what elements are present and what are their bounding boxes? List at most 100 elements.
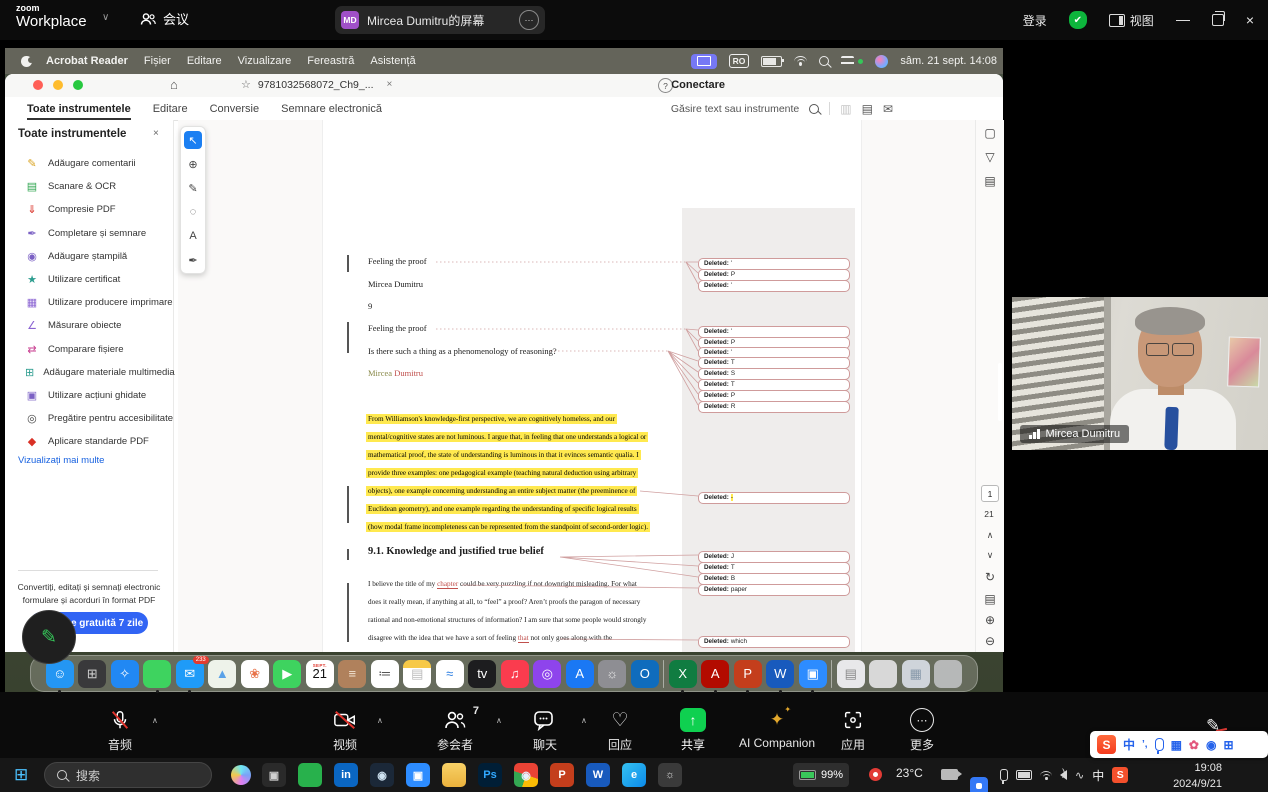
zoom-out-icon[interactable]: ⊖ xyxy=(982,634,998,648)
sidebar-tool-item[interactable]: ✎ Adăugare comentarii xyxy=(5,152,173,175)
apple-logo-icon[interactable] xyxy=(21,56,32,67)
fit-page-icon[interactable]: ▤ xyxy=(982,592,998,606)
page-number-input[interactable]: 1 xyxy=(981,485,999,502)
quick-tool-icon[interactable]: ⊕ xyxy=(184,155,202,173)
weather-temperature[interactable]: 23°C xyxy=(896,766,923,780)
ime-punctuation-toggle[interactable]: ’, xyxy=(1142,739,1148,750)
tray-chat-app-icon[interactable] xyxy=(970,777,988,792)
taskbar-app-icon[interactable]: in xyxy=(334,763,358,787)
mac-menu-item[interactable]: Fereastră xyxy=(307,55,354,67)
sidebar-tool-item[interactable]: ▤ Scanare & OCR xyxy=(5,175,173,198)
reactions-button[interactable]: ♡ 回应 xyxy=(588,708,652,753)
tab-close-icon[interactable]: × xyxy=(386,79,392,90)
save-icon[interactable]: ▥ xyxy=(840,102,851,116)
taskbar-app-icon[interactable]: ◉ xyxy=(514,763,538,787)
tray-ime-language[interactable]: 中 xyxy=(1092,767,1104,784)
quick-tool-icon[interactable]: ◌ xyxy=(184,203,202,221)
dock-icon[interactable]: ▲ xyxy=(208,660,236,688)
dock-icon[interactable] xyxy=(934,660,962,688)
mac-minimize-button[interactable] xyxy=(53,80,63,90)
sidebar-tool-item[interactable]: ∠ Măsurare obiecte xyxy=(5,314,173,337)
dock-icon[interactable]: ≈ xyxy=(436,660,464,688)
bookmarks-panel-icon[interactable]: ▽ xyxy=(982,150,998,164)
tab-all-tools[interactable]: Toate instrumentele xyxy=(27,97,131,120)
quick-tool-icon[interactable]: ✒ xyxy=(184,251,202,269)
page-down-icon[interactable]: ∨ xyxy=(982,550,998,561)
ime-chat-icon[interactable]: ◉ xyxy=(1206,738,1216,752)
quick-tool-icon[interactable]: A xyxy=(184,227,202,245)
mail-icon[interactable]: ✉ xyxy=(883,102,893,116)
dock-icon[interactable]: ▤ xyxy=(403,660,431,688)
control-center-icon[interactable] xyxy=(841,56,854,66)
webcam-video[interactable]: Mircea Dumitru xyxy=(1012,297,1268,450)
taskbar-app-icon[interactable]: ◉ xyxy=(370,763,394,787)
chat-options-chevron[interactable]: ∧ xyxy=(581,716,587,725)
sidebar-tool-item[interactable]: ▦ Utilizare producere imprimare xyxy=(5,291,173,314)
tray-speaker-icon[interactable] xyxy=(1060,770,1067,780)
taskbar-app-icon[interactable]: ☼ xyxy=(658,763,682,787)
mac-clock[interactable]: sâm. 21 sept. 14:08 xyxy=(900,55,997,67)
dock-icon[interactable]: ≔ xyxy=(371,660,399,688)
tray-battery-icon[interactable] xyxy=(1016,770,1032,780)
ime-voice-icon[interactable] xyxy=(1155,738,1164,751)
dock-icon[interactable]: X • xyxy=(669,660,697,688)
sidebar-tool-item[interactable]: ⊞ Adăugare materiale multimedia xyxy=(5,361,173,384)
dock-icon[interactable]: ▦ xyxy=(902,660,930,688)
dock-icon[interactable] xyxy=(663,660,664,688)
ime-skin-icon[interactable]: ✿ xyxy=(1189,738,1199,752)
mac-menu-item[interactable]: Vizualizare xyxy=(238,55,292,67)
zoom-annotate-button[interactable]: ✎ xyxy=(22,610,76,664)
screen-sharing-indicator-icon[interactable] xyxy=(691,54,717,69)
sidebar-tool-item[interactable]: ◎ Pregătire pentru accesibilitate xyxy=(5,407,173,430)
dock-icon[interactable]: ▣ • xyxy=(799,660,827,688)
tray-link-icon[interactable]: ∿ xyxy=(1075,769,1084,782)
participants-options-chevron[interactable]: ∧ xyxy=(496,716,502,725)
dock-icon[interactable]: tv xyxy=(468,660,496,688)
share-screen-button[interactable]: ↑ 共享 xyxy=(661,708,725,753)
dock-icon[interactable]: ❀ xyxy=(241,660,269,688)
rotate-icon[interactable]: ↻ xyxy=(982,570,998,584)
sidebar-tool-item[interactable]: ◉ Adăugare ștampilă xyxy=(5,245,173,268)
taskbar-app-icon[interactable] xyxy=(442,763,466,787)
dock-icon[interactable]: P • xyxy=(734,660,762,688)
star-icon[interactable]: ☆ xyxy=(241,78,251,91)
dock-icon[interactable]: ♫ xyxy=(501,660,529,688)
quick-tool-icon[interactable]: ↖ xyxy=(184,131,202,149)
dock-icon[interactable] xyxy=(869,660,897,688)
shared-screen-pill[interactable]: MD Mircea Dumitru的屏幕 ⋯ xyxy=(335,6,545,34)
view-more-link[interactable]: Vizualizați mai multe xyxy=(18,455,104,466)
wifi-icon[interactable] xyxy=(794,56,807,66)
pages-panel-icon[interactable]: ▤ xyxy=(982,174,998,188)
dock-icon[interactable]: ⊞ xyxy=(78,660,106,688)
ime-keyboard-icon[interactable]: ▦ xyxy=(1171,738,1182,752)
taskbar-app-icon[interactable]: P xyxy=(550,763,574,787)
siri-icon[interactable] xyxy=(875,55,888,68)
more-button[interactable]: ⋯ 更多 xyxy=(890,708,954,753)
connect-button[interactable]: Conectare xyxy=(671,79,725,91)
sidebar-tool-item[interactable]: ✒ Completare și semnare xyxy=(5,222,173,245)
home-icon[interactable]: ⌂ xyxy=(170,77,178,92)
minimize-button[interactable] xyxy=(1176,20,1190,21)
dock-icon[interactable]: W • xyxy=(766,660,794,688)
chat-button[interactable]: 聊天 xyxy=(513,708,577,753)
mac-menu-item[interactable]: Fișier xyxy=(144,55,171,67)
sidebar-tool-item[interactable]: ▣ Utilizare acțiuni ghidate xyxy=(5,384,173,407)
taskbar-app-icon[interactable]: W xyxy=(586,763,610,787)
tab-edit[interactable]: Editare xyxy=(153,97,188,120)
taskbar-app-icon[interactable]: ▣ xyxy=(262,763,286,787)
zoom-in-icon[interactable]: ⊕ xyxy=(982,613,998,627)
taskbar-search[interactable]: 搜索 xyxy=(44,762,212,788)
search-icon[interactable] xyxy=(809,104,819,114)
sidebar-tool-item[interactable]: ⇄ Comparare fișiere xyxy=(5,338,173,361)
ellipsis-icon[interactable]: ⋯ xyxy=(519,10,539,30)
mac-zoom-button[interactable] xyxy=(73,80,83,90)
spotlight-search-icon[interactable] xyxy=(819,56,829,66)
document-tab[interactable]: ☆ 9781032568072_Ch9_... × xyxy=(241,78,392,91)
taskbar-app-icon[interactable]: ▣ xyxy=(406,763,430,787)
sogou-logo-icon[interactable]: S xyxy=(1097,735,1116,754)
dock-icon[interactable]: • xyxy=(143,660,171,688)
dock-icon[interactable]: ✉ 233 • xyxy=(176,660,204,688)
dock-icon[interactable]: O xyxy=(631,660,659,688)
dock-icon[interactable]: ▶ xyxy=(273,660,301,688)
sidebar-tool-item[interactable]: ★ Utilizare certificat xyxy=(5,268,173,291)
